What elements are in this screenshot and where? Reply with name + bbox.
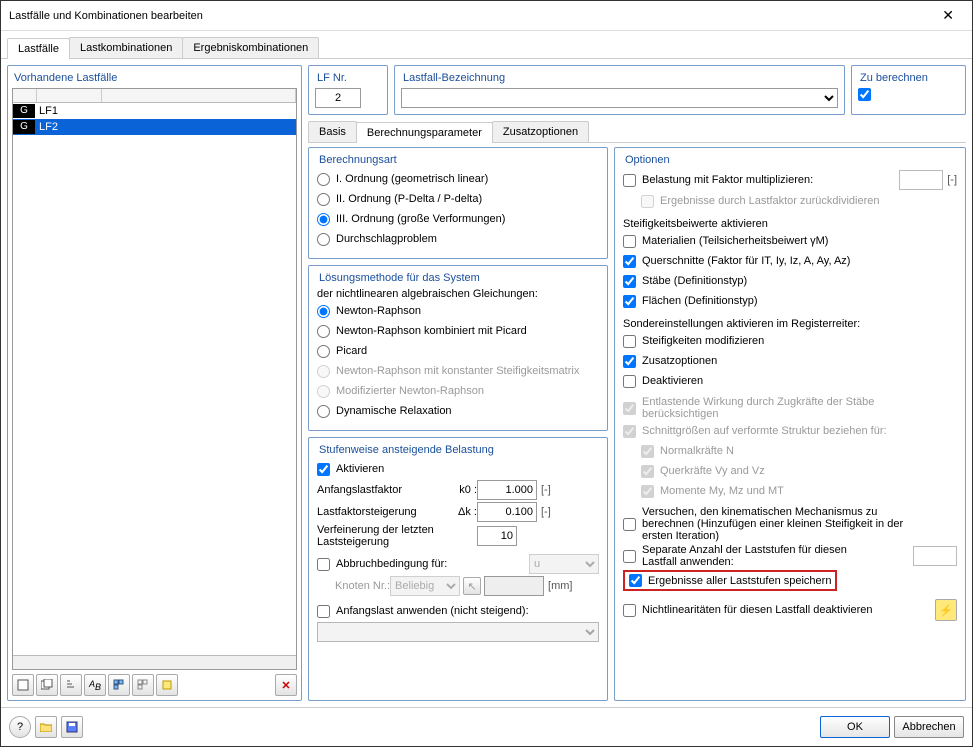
tab-lastfaelle[interactable]: Lastfälle — [7, 38, 70, 59]
lfnr-title: LF Nr. — [317, 72, 379, 84]
lm-m4: Newton-Raphson mit konstanter Steifigkei… — [317, 365, 579, 378]
deakt-check[interactable]: Deaktivieren — [623, 375, 703, 388]
select-all-icon[interactable] — [108, 674, 130, 696]
ba-o1[interactable]: I. Ordnung (geometrisch linear) — [317, 173, 488, 186]
stab-check[interactable]: Stäbe (Definitionstyp) — [623, 275, 747, 288]
close-icon[interactable]: ✕ — [932, 5, 964, 26]
tab-basis[interactable]: Basis — [308, 121, 357, 142]
tab-lastkombinationen[interactable]: Lastkombinationen — [69, 37, 183, 58]
ba-o3[interactable]: III. Ordnung (große Verformungen) — [317, 213, 505, 226]
mul-input — [899, 170, 943, 190]
kin-check[interactable]: Versuchen, den kinematischen Mechanismus… — [623, 506, 932, 542]
save-icon[interactable] — [61, 716, 83, 738]
lf-label: LF2 — [35, 121, 296, 133]
list-item[interactable]: G LF1 — [13, 103, 296, 119]
list-item[interactable]: G LF2 — [13, 119, 296, 135]
tab-zusatzoptionen[interactable]: Zusatzoptionen — [492, 121, 589, 142]
st-l2: Lastfaktorsteigerung — [317, 506, 447, 518]
bolt-icon[interactable]: ⚡ — [935, 599, 957, 621]
nl-check[interactable]: Nichtlinearitäten für diesen Lastfall de… — [623, 604, 873, 617]
dk-unit: [-] — [541, 506, 551, 518]
kn-label: Knoten Nr.: — [335, 580, 390, 592]
dk-input[interactable] — [477, 502, 537, 522]
st-title: Stufenweise ansteigende Belastung — [319, 444, 597, 456]
export-icon[interactable] — [156, 674, 178, 696]
mul-check[interactable]: Belastung mit Faktor multiplizieren: — [623, 174, 813, 187]
k0-input[interactable] — [477, 480, 537, 500]
kn-sel: Beliebig — [390, 576, 460, 596]
ba-o2[interactable]: II. Ordnung (P-Delta / P-delta) — [317, 193, 482, 206]
bez-title: Lastfall-Bezeichnung — [403, 72, 836, 84]
div-check: Ergebnisse durch Lastfaktor zurückdividi… — [641, 195, 880, 208]
highlight-box: Ergebnisse aller Laststufen speichern — [623, 570, 837, 591]
lm-m5: Modifizierter Newton-Raphson — [317, 385, 484, 398]
sep-check[interactable]: Separate Anzahl der Laststufen für diese… — [623, 544, 872, 568]
qk-check: Querkräfte Vy and Vz — [641, 465, 765, 478]
fl-check[interactable]: Flächen (Definitionstyp) — [623, 295, 758, 308]
folder-icon[interactable] — [35, 716, 57, 738]
anfangslast-check[interactable]: Anfangslast anwenden (nicht steigend): — [317, 605, 529, 618]
op-title: Optionen — [625, 154, 955, 166]
lf-label: LF1 — [35, 105, 296, 117]
nk-check: Normalkräfte N — [641, 445, 734, 458]
kn-val — [484, 576, 544, 596]
sch-check: Schnittgrößen auf verformte Struktur bez… — [623, 425, 887, 438]
st-l3: Verfeinerung der letzten Laststeigerung — [317, 524, 477, 548]
st-activate[interactable]: Aktivieren — [317, 463, 384, 476]
smod-check[interactable]: Steifigkeiten modifizieren — [623, 335, 764, 348]
st-l1: Anfangslastfaktor — [317, 484, 447, 496]
dk-label: Δk : — [447, 506, 477, 518]
badge: G — [13, 104, 35, 118]
left-toolbar: AB ✕ — [12, 674, 297, 696]
renumber-icon[interactable]: AB — [84, 674, 106, 696]
mul-unit: [-] — [947, 174, 957, 186]
sub-tabs: Basis Berechnungsparameter Zusatzoptione… — [308, 121, 966, 143]
left-header: Vorhandene Lastfälle — [14, 72, 295, 84]
anfangslast-sel — [317, 622, 599, 642]
ent-check: Entlastende Wirkung durch Zugkräfte der … — [623, 396, 902, 420]
lf-list[interactable]: G LF1 G LF2 — [12, 88, 297, 670]
main-tabs: Lastfälle Lastkombinationen Ergebniskomb… — [1, 31, 972, 59]
lm-m1[interactable]: Newton-Raphson — [317, 305, 421, 318]
lm-m6[interactable]: Dynamische Relaxation — [317, 405, 452, 418]
tab-berechnungsparameter[interactable]: Berechnungsparameter — [356, 122, 493, 143]
sond-title: Sondereinstellungen aktivieren im Regist… — [623, 318, 957, 330]
cs-check[interactable]: Querschnitte (Faktor für IT, Iy, Iz, A, … — [623, 255, 850, 268]
zus-check[interactable]: Zusatzoptionen — [623, 355, 717, 368]
ok-button[interactable]: OK — [820, 716, 890, 738]
calc-check[interactable] — [858, 88, 871, 101]
deselect-icon[interactable] — [132, 674, 154, 696]
badge: G — [13, 120, 35, 134]
lfnr-input[interactable] — [315, 88, 361, 108]
abort-sel: u — [529, 554, 599, 574]
bez-combo[interactable] — [401, 88, 838, 108]
pick-icon: ↖ — [463, 577, 481, 595]
mo-check: Momente My, Mz und MT — [641, 485, 784, 498]
abort-check[interactable]: Abbruchbedingung für: — [317, 558, 447, 571]
lm-title: Lösungsmethode für das System — [319, 272, 597, 284]
help-icon[interactable]: ? — [9, 716, 31, 738]
ba-title: Berechnungsart — [319, 154, 597, 166]
lm-sub: der nichtlinearen algebraischen Gleichun… — [317, 288, 599, 300]
scrollbar[interactable] — [13, 655, 296, 669]
delete-icon[interactable]: ✕ — [275, 674, 297, 696]
k0-unit: [-] — [541, 484, 551, 496]
stiff-title: Steifigkeitsbeiwerte aktivieren — [623, 218, 957, 230]
k0-label: k0 : — [447, 484, 477, 496]
refine-input[interactable] — [477, 526, 517, 546]
kn-unit: [mm] — [548, 580, 572, 592]
mat-check[interactable]: Materialien (Teilsicherheitsbeiwert γM) — [623, 235, 828, 248]
sep-input — [913, 546, 957, 566]
copy-icon[interactable] — [36, 674, 58, 696]
lm-m3[interactable]: Picard — [317, 345, 367, 358]
window-title: Lastfälle und Kombinationen bearbeiten — [9, 10, 932, 22]
erg-check[interactable]: Ergebnisse aller Laststufen speichern — [629, 574, 831, 587]
sort-icon[interactable] — [60, 674, 82, 696]
ba-o4[interactable]: Durchschlagproblem — [317, 233, 437, 246]
lm-m2[interactable]: Newton-Raphson kombiniert mit Picard — [317, 325, 527, 338]
tab-ergebniskombinationen[interactable]: Ergebniskombinationen — [182, 37, 319, 58]
cancel-button[interactable]: Abbrechen — [894, 716, 964, 738]
calc-title: Zu berechnen — [860, 72, 957, 84]
new-icon[interactable] — [12, 674, 34, 696]
